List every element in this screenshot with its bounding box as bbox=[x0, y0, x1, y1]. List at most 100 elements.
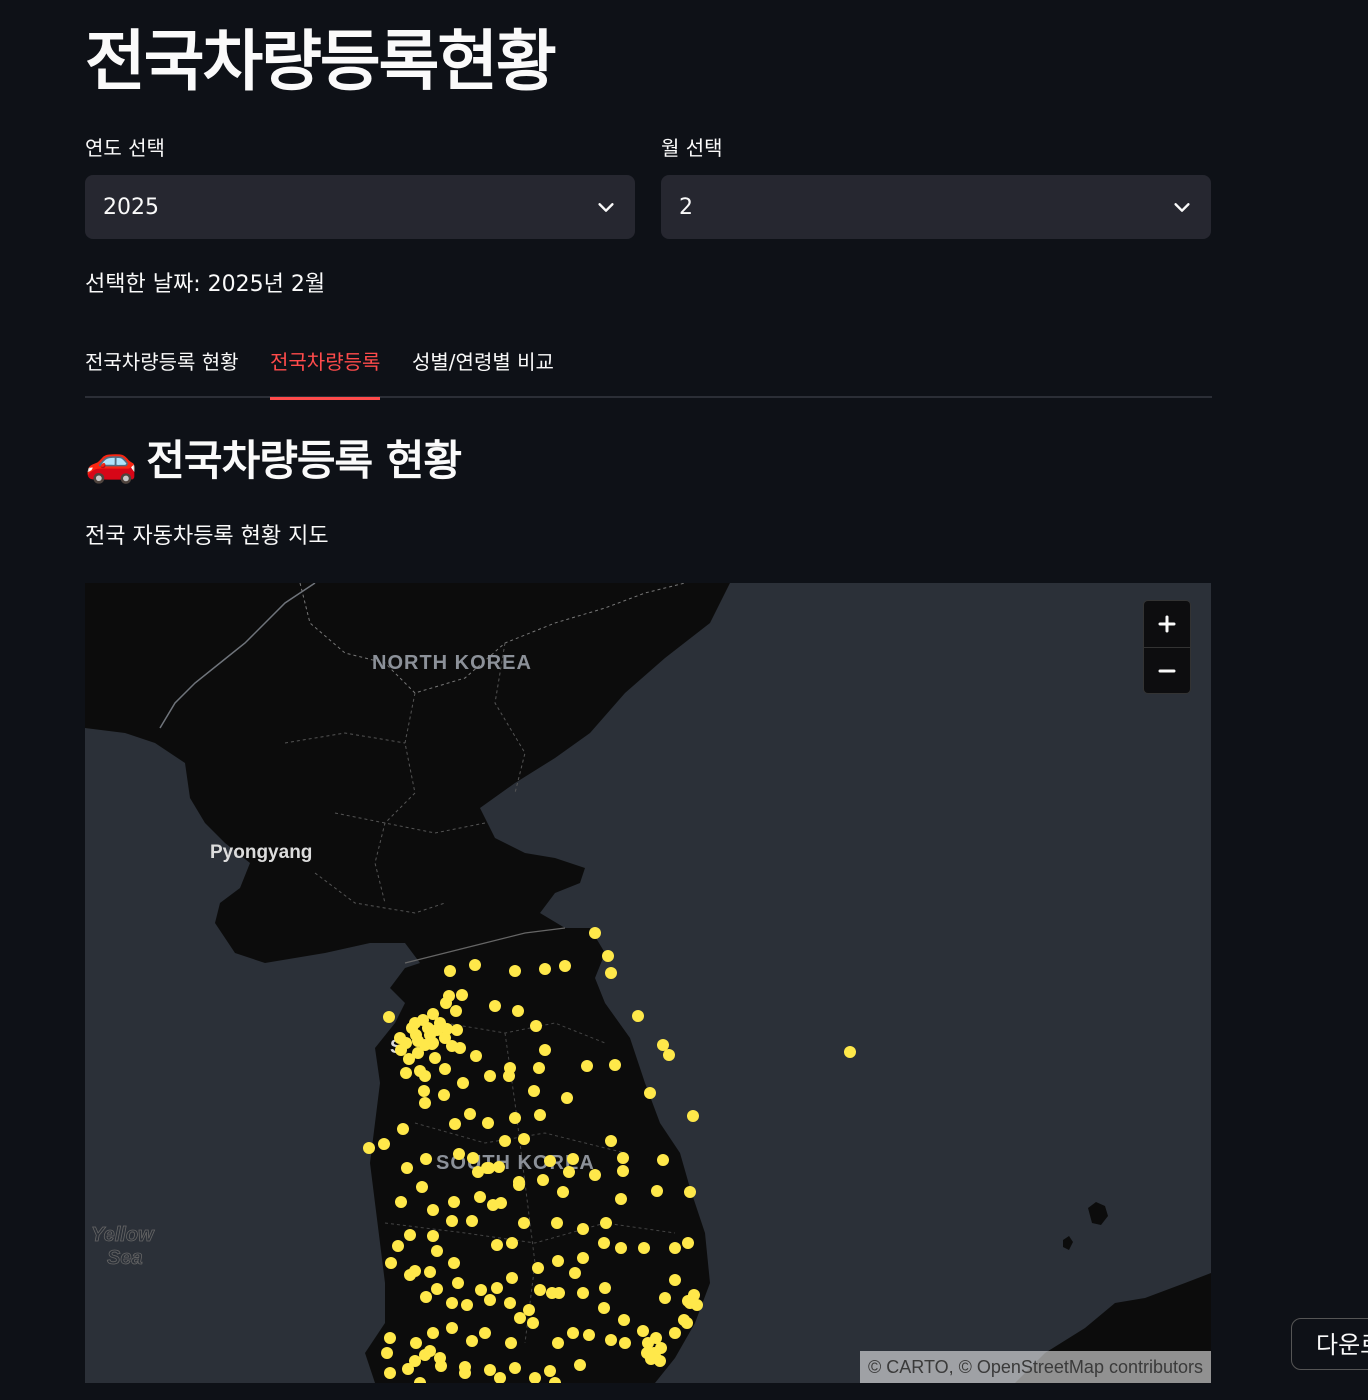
registration-point[interactable] bbox=[440, 997, 452, 1009]
registration-point[interactable] bbox=[429, 1052, 441, 1064]
registration-point[interactable] bbox=[537, 1174, 549, 1186]
registration-point[interactable] bbox=[534, 1284, 546, 1296]
registration-point[interactable] bbox=[466, 1215, 478, 1227]
registration-point[interactable] bbox=[424, 1345, 436, 1357]
registration-point[interactable] bbox=[600, 1217, 612, 1229]
tab-registration[interactable]: 전국차량등록 bbox=[270, 340, 381, 400]
registration-point[interactable] bbox=[506, 1237, 518, 1249]
registration-point[interactable] bbox=[416, 1181, 428, 1193]
registration-point[interactable] bbox=[577, 1223, 589, 1235]
registration-point[interactable] bbox=[513, 1176, 525, 1188]
registration-point[interactable] bbox=[651, 1185, 663, 1197]
registration-point[interactable] bbox=[438, 1089, 450, 1101]
registration-point[interactable] bbox=[509, 1362, 521, 1374]
registration-point[interactable] bbox=[605, 967, 617, 979]
registration-point[interactable] bbox=[409, 1017, 421, 1029]
registration-point[interactable] bbox=[420, 1153, 432, 1165]
registration-point[interactable] bbox=[414, 1065, 426, 1077]
registration-point[interactable] bbox=[605, 1135, 617, 1147]
registration-point[interactable] bbox=[446, 1297, 458, 1309]
registration-point[interactable] bbox=[422, 1022, 434, 1034]
registration-point[interactable] bbox=[682, 1237, 694, 1249]
registration-point[interactable] bbox=[427, 1230, 439, 1242]
registration-point[interactable] bbox=[684, 1186, 696, 1198]
registration-point[interactable] bbox=[410, 1029, 422, 1041]
registration-point[interactable] bbox=[632, 1010, 644, 1022]
registration-point[interactable] bbox=[487, 1199, 499, 1211]
registration-point[interactable] bbox=[528, 1085, 540, 1097]
registration-point[interactable] bbox=[403, 1053, 415, 1065]
registration-point[interactable] bbox=[446, 1040, 458, 1052]
registration-point[interactable] bbox=[395, 1196, 407, 1208]
registration-point[interactable] bbox=[484, 1364, 496, 1376]
registration-point[interactable] bbox=[461, 1299, 473, 1311]
registration-point[interactable] bbox=[410, 1337, 422, 1349]
registration-point[interactable] bbox=[446, 1322, 458, 1334]
registration-point[interactable] bbox=[450, 1005, 462, 1017]
registration-point[interactable] bbox=[400, 1067, 412, 1079]
registration-point[interactable] bbox=[469, 959, 481, 971]
zoom-in-button[interactable] bbox=[1144, 601, 1190, 647]
registration-point[interactable] bbox=[384, 1367, 396, 1379]
registration-point[interactable] bbox=[456, 989, 468, 1001]
registration-point[interactable] bbox=[383, 1011, 395, 1023]
registration-point[interactable] bbox=[514, 1312, 526, 1324]
registration-point[interactable] bbox=[691, 1299, 703, 1311]
registration-point[interactable] bbox=[617, 1152, 629, 1164]
registration-point[interactable] bbox=[544, 1155, 556, 1167]
registration-point[interactable] bbox=[401, 1162, 413, 1174]
registration-point[interactable] bbox=[615, 1193, 627, 1205]
registration-point[interactable] bbox=[589, 1169, 601, 1181]
registration-point[interactable] bbox=[577, 1287, 589, 1299]
registration-point[interactable] bbox=[466, 1335, 478, 1347]
registration-point[interactable] bbox=[557, 1186, 569, 1198]
registration-point[interactable] bbox=[618, 1314, 630, 1326]
registration-point[interactable] bbox=[577, 1252, 589, 1264]
registration-point[interactable] bbox=[539, 1044, 551, 1056]
registration-point[interactable] bbox=[567, 1327, 579, 1339]
registration-point[interactable] bbox=[512, 1005, 524, 1017]
registration-point[interactable] bbox=[453, 1148, 465, 1160]
registration-point[interactable] bbox=[392, 1240, 404, 1252]
zoom-out-button[interactable] bbox=[1144, 647, 1190, 694]
registration-point[interactable] bbox=[499, 1135, 511, 1147]
registration-point[interactable] bbox=[482, 1117, 494, 1129]
registration-point[interactable] bbox=[569, 1267, 581, 1279]
registration-point[interactable] bbox=[518, 1133, 530, 1145]
registration-point[interactable] bbox=[669, 1274, 681, 1286]
registration-point[interactable] bbox=[427, 1204, 439, 1216]
registration-point[interactable] bbox=[384, 1332, 396, 1344]
registration-point[interactable] bbox=[400, 1037, 412, 1049]
registration-point[interactable] bbox=[598, 1237, 610, 1249]
registration-point[interactable] bbox=[448, 1257, 460, 1269]
registration-point[interactable] bbox=[418, 1085, 430, 1097]
registration-point[interactable] bbox=[534, 1109, 546, 1121]
registration-point[interactable] bbox=[431, 1283, 443, 1295]
registration-point[interactable] bbox=[546, 1287, 558, 1299]
registration-point[interactable] bbox=[563, 1166, 575, 1178]
registration-point[interactable] bbox=[452, 1277, 464, 1289]
registration-point[interactable] bbox=[378, 1138, 390, 1150]
registration-point[interactable] bbox=[615, 1242, 627, 1254]
registration-point[interactable] bbox=[385, 1257, 397, 1269]
registration-point[interactable] bbox=[589, 927, 601, 939]
registration-point[interactable] bbox=[551, 1217, 563, 1229]
registration-point[interactable] bbox=[503, 1070, 515, 1082]
registration-point[interactable] bbox=[404, 1269, 416, 1281]
registration-point[interactable] bbox=[426, 1038, 438, 1050]
registration-point[interactable] bbox=[523, 1304, 535, 1316]
registration-point[interactable] bbox=[363, 1142, 375, 1154]
tab-registration-status[interactable]: 전국차량등록 현황 bbox=[85, 340, 239, 398]
registration-point[interactable] bbox=[424, 1266, 436, 1278]
registration-point[interactable] bbox=[539, 963, 551, 975]
registration-point[interactable] bbox=[439, 1063, 451, 1075]
registration-point[interactable] bbox=[687, 1110, 699, 1122]
registration-point[interactable] bbox=[472, 1166, 484, 1178]
registration-point[interactable] bbox=[509, 1112, 521, 1124]
registration-point[interactable] bbox=[505, 1337, 517, 1349]
registration-point[interactable] bbox=[657, 1039, 669, 1051]
registration-point[interactable] bbox=[474, 1191, 486, 1203]
registration-point[interactable] bbox=[397, 1123, 409, 1135]
registration-point[interactable] bbox=[598, 1302, 610, 1314]
registration-point[interactable] bbox=[678, 1314, 690, 1326]
